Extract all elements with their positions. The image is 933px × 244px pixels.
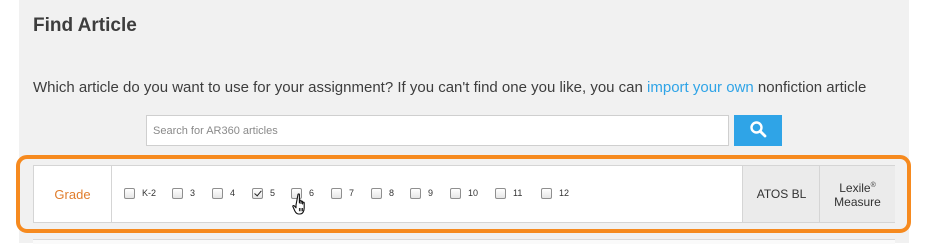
next-section-edge [33, 239, 895, 244]
search-icon [749, 120, 767, 141]
search-button[interactable] [734, 115, 782, 146]
import-your-own-link[interactable]: import your own [647, 79, 754, 96]
highlight-box [16, 155, 911, 233]
description-after: nonfiction article [753, 79, 867, 96]
description-before: Which article do you want to use for you… [33, 79, 648, 96]
search-input[interactable] [146, 115, 729, 146]
page-title: Find Article [33, 15, 137, 36]
hand-pointer-icon [292, 193, 312, 222]
description-text: Which article do you want to use for you… [33, 79, 866, 96]
